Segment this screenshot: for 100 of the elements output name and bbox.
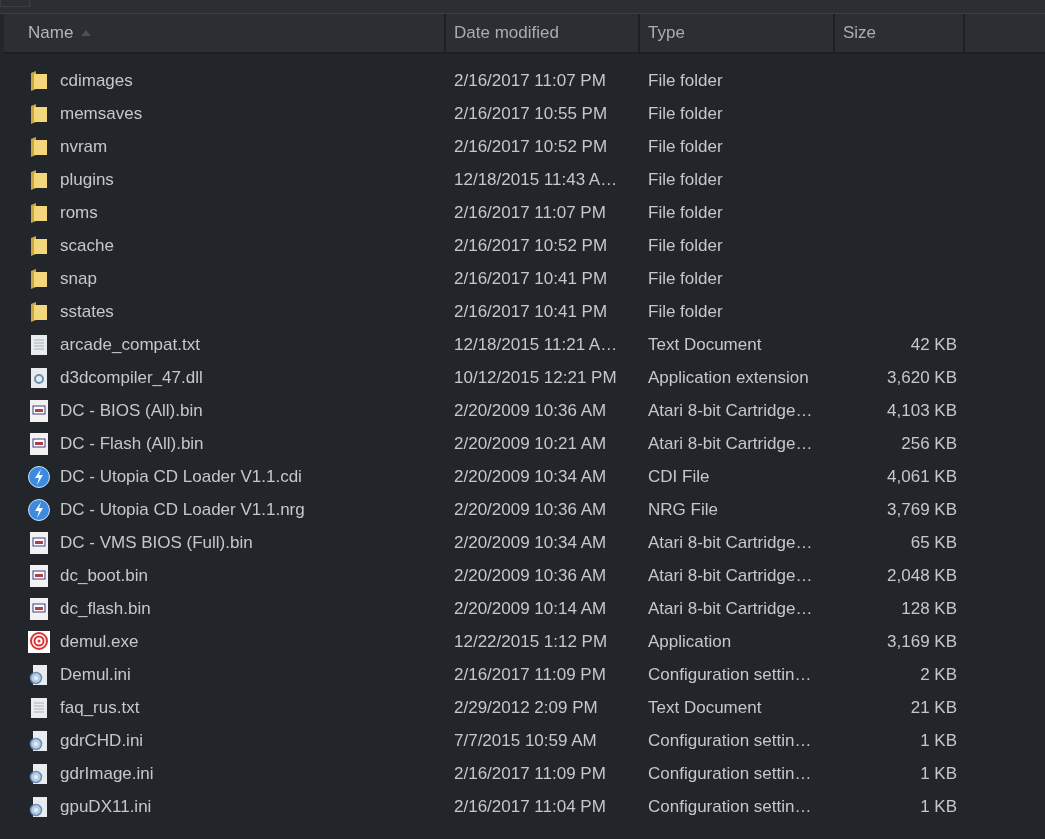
cartridge-file-icon bbox=[28, 531, 50, 554]
date-modified: 12/18/2015 11:21 A… bbox=[454, 334, 618, 355]
date-modified: 2/20/2009 10:36 AM bbox=[454, 499, 607, 520]
file-size: 3,620 KB bbox=[887, 367, 957, 388]
date-modified: 2/20/2009 10:14 AM bbox=[454, 598, 607, 619]
file-size: 3,169 KB bbox=[887, 631, 957, 652]
date-modified: 2/16/2017 11:04 PM bbox=[454, 796, 606, 817]
date-modified: 2/16/2017 11:09 PM bbox=[454, 763, 606, 784]
file-size: 21 KB bbox=[910, 697, 957, 718]
date-modified: 12/18/2015 11:43 A… bbox=[454, 169, 618, 190]
file-type: File folder bbox=[648, 103, 723, 124]
date-modified: 7/7/2015 10:59 AM bbox=[454, 730, 597, 751]
file-size: 42 KB bbox=[910, 334, 957, 355]
file-name[interactable]: demul.exe bbox=[60, 631, 139, 652]
file-type: Configuration settin… bbox=[648, 730, 812, 751]
date-modified: 2/20/2009 10:21 AM bbox=[454, 433, 607, 454]
text-file-icon bbox=[28, 334, 50, 355]
file-size: 3,769 KB bbox=[887, 499, 957, 520]
file-type: Configuration settin… bbox=[648, 796, 812, 817]
file-type: Atari 8-bit Cartridge… bbox=[648, 598, 813, 619]
date-modified: 10/12/2015 12:21 PM bbox=[454, 367, 617, 388]
settings-file-icon bbox=[28, 763, 50, 784]
file-name[interactable]: roms bbox=[60, 202, 98, 223]
file-name[interactable]: DC - Flash (All).bin bbox=[60, 433, 204, 454]
file-name[interactable]: memsaves bbox=[60, 103, 143, 124]
lightning-disc-icon bbox=[28, 465, 50, 488]
file-name[interactable]: cdimages bbox=[60, 70, 133, 91]
file-type: File folder bbox=[648, 70, 723, 91]
file-type: File folder bbox=[648, 202, 723, 223]
folder-icon bbox=[28, 169, 50, 190]
file-type: Atari 8-bit Cartridge… bbox=[648, 400, 813, 421]
lightning-disc-icon bbox=[28, 498, 50, 521]
file-type: CDI File bbox=[648, 466, 710, 487]
date-modified: 2/29/2012 2:09 PM bbox=[454, 697, 598, 718]
date-modified: 2/16/2017 10:55 PM bbox=[454, 103, 608, 124]
file-name[interactable]: snap bbox=[60, 268, 97, 289]
file-size: 2,048 KB bbox=[887, 565, 957, 586]
date-modified: 2/16/2017 10:41 PM bbox=[454, 268, 608, 289]
file-name[interactable]: sstates bbox=[60, 301, 114, 322]
file-name[interactable]: nvram bbox=[60, 136, 108, 157]
file-name[interactable]: gpuDX11.ini bbox=[60, 796, 152, 817]
file-name[interactable]: dc_boot.bin bbox=[60, 565, 148, 586]
file-type: Text Document bbox=[648, 697, 762, 718]
text-file-icon bbox=[28, 697, 50, 718]
file-type: Application extension bbox=[648, 367, 809, 388]
date-modified: 2/20/2009 10:36 AM bbox=[454, 400, 607, 421]
file-type: Atari 8-bit Cartridge… bbox=[648, 532, 813, 553]
file-type: File folder bbox=[648, 169, 723, 190]
cartridge-file-icon bbox=[28, 432, 50, 455]
file-size: 2 KB bbox=[920, 664, 957, 685]
file-type: File folder bbox=[648, 301, 723, 322]
file-name[interactable]: d3dcompiler_47.dll bbox=[60, 367, 203, 388]
column-header[interactable]: Size bbox=[835, 14, 965, 52]
column-header[interactable]: Date modified bbox=[446, 14, 640, 52]
file-type: File folder bbox=[648, 136, 723, 157]
file-name[interactable]: faq_rus.txt bbox=[60, 697, 140, 718]
file-size: 4,061 KB bbox=[887, 466, 957, 487]
folder-icon bbox=[28, 136, 50, 157]
file-type: Atari 8-bit Cartridge… bbox=[648, 565, 813, 586]
file-type: Text Document bbox=[648, 334, 762, 355]
settings-file-icon bbox=[28, 730, 50, 751]
file-name[interactable]: DC - BIOS (All).bin bbox=[60, 400, 203, 421]
file-name[interactable]: arcade_compat.txt bbox=[60, 334, 200, 355]
column-header[interactable]: Name bbox=[4, 14, 446, 52]
sort-ascending-icon bbox=[81, 30, 92, 36]
folder-icon bbox=[28, 202, 50, 223]
cartridge-file-icon bbox=[28, 597, 50, 620]
date-modified: 2/16/2017 10:52 PM bbox=[454, 136, 608, 157]
file-name[interactable]: DC - Utopia CD Loader V1.1.nrg bbox=[60, 499, 305, 520]
folder-icon bbox=[28, 301, 50, 322]
file-type: NRG File bbox=[648, 499, 718, 520]
file-type: Configuration settin… bbox=[648, 664, 812, 685]
file-name[interactable]: gdrCHD.ini bbox=[60, 730, 144, 751]
file-size: 1 KB bbox=[920, 796, 957, 817]
file-name[interactable]: scache bbox=[60, 235, 114, 256]
file-name[interactable]: DC - VMS BIOS (Full).bin bbox=[60, 532, 253, 553]
file-type: File folder bbox=[648, 235, 723, 256]
cartridge-file-icon bbox=[28, 564, 50, 587]
cartridge-file-icon bbox=[28, 399, 50, 422]
file-size: 1 KB bbox=[920, 763, 957, 784]
date-modified: 2/16/2017 11:09 PM bbox=[454, 664, 606, 685]
date-modified: 2/16/2017 11:07 PM bbox=[454, 70, 606, 91]
file-size: 4,103 KB bbox=[887, 400, 957, 421]
date-modified: 2/20/2009 10:36 AM bbox=[454, 565, 607, 586]
file-size: 128 KB bbox=[901, 598, 957, 619]
file-name[interactable]: Demul.ini bbox=[60, 664, 131, 685]
file-type: Atari 8-bit Cartridge… bbox=[648, 433, 813, 454]
file-name[interactable]: dc_flash.bin bbox=[60, 598, 151, 619]
spiral-app-icon bbox=[28, 630, 50, 653]
date-modified: 2/16/2017 10:52 PM bbox=[454, 235, 608, 256]
file-size: 256 KB bbox=[901, 433, 957, 454]
folder-icon bbox=[28, 70, 50, 91]
date-modified: 2/20/2009 10:34 AM bbox=[454, 466, 607, 487]
date-modified: 2/20/2009 10:34 AM bbox=[454, 532, 607, 553]
file-type: Configuration settin… bbox=[648, 763, 812, 784]
file-name[interactable]: DC - Utopia CD Loader V1.1.cdi bbox=[60, 466, 302, 487]
folder-icon bbox=[28, 235, 50, 256]
file-name[interactable]: plugins bbox=[60, 169, 114, 190]
column-header[interactable]: Type bbox=[640, 14, 835, 52]
file-name[interactable]: gdrImage.ini bbox=[60, 763, 154, 784]
